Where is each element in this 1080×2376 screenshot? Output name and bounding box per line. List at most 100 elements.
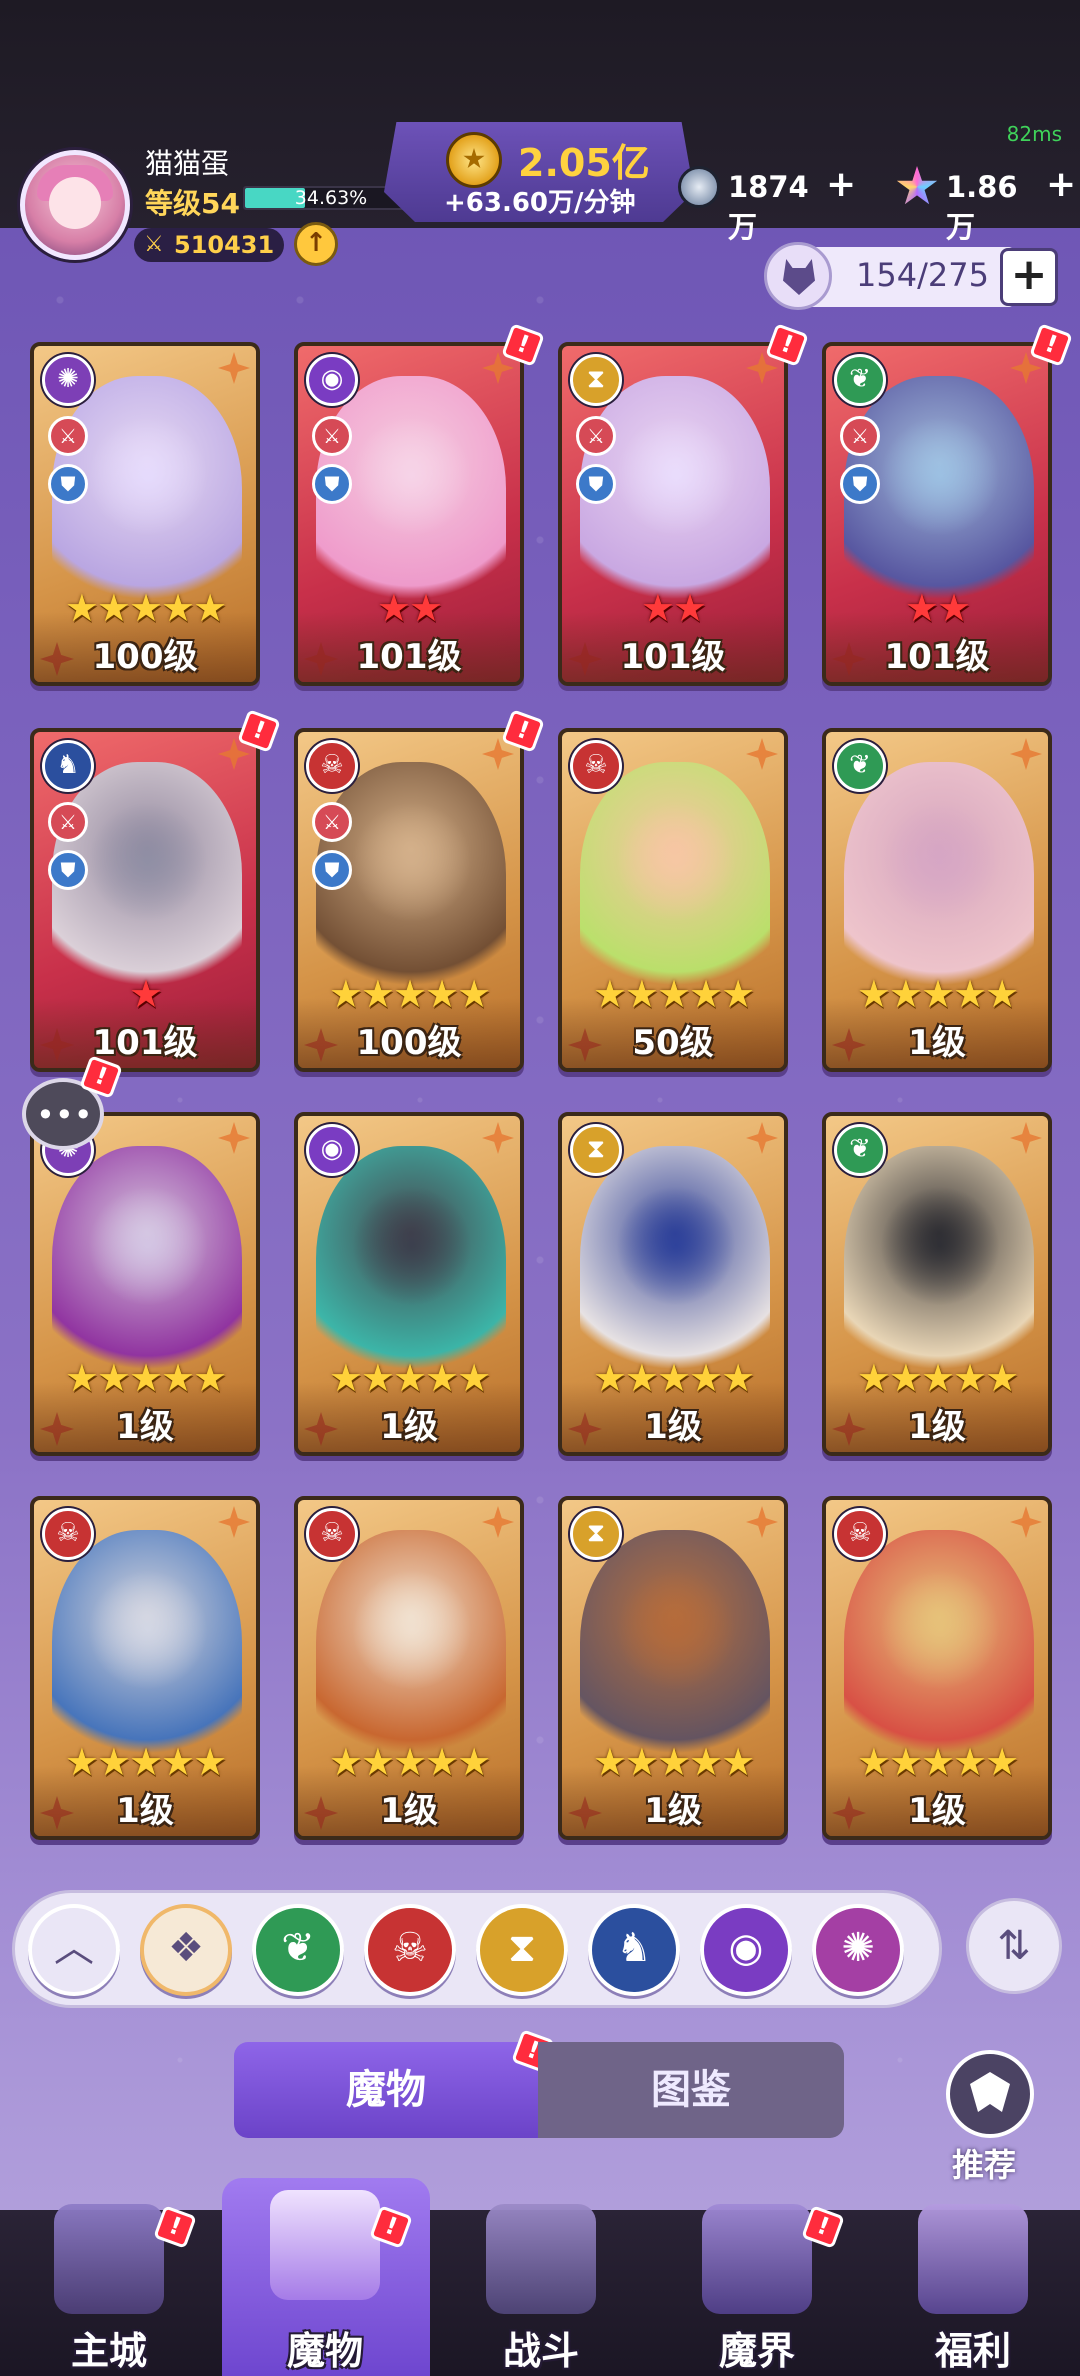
card-spark-icon — [482, 1506, 514, 1538]
monster-card[interactable]: ✺★★★★★1级 — [30, 1112, 260, 1456]
card-spark-icon — [746, 1506, 778, 1538]
power-up-button[interactable]: ↑ — [294, 222, 338, 266]
nav-label[interactable]: 魔物 — [250, 2320, 400, 2375]
collapse-up-icon[interactable]: ︿ — [28, 1904, 120, 1996]
player-level: 等级54 — [145, 187, 240, 220]
tab-codex[interactable]: 图鉴 — [538, 2042, 844, 2138]
gold-rate: +63.60万/分钟 — [444, 188, 636, 218]
vortex-element-icon[interactable]: ✺ — [812, 1904, 904, 1996]
monster-face — [880, 1186, 1000, 1306]
monster-face — [616, 802, 736, 922]
expand-collection-button[interactable]: + — [1000, 248, 1058, 306]
sort-button[interactable]: ⇅ — [966, 1898, 1062, 1994]
monster-face — [352, 1186, 472, 1306]
demon-realm-icon[interactable] — [702, 2204, 812, 2314]
silver-coin-icon — [678, 166, 720, 208]
leaf-element-icon: ❦ — [834, 1124, 886, 1176]
recommend-icon[interactable] — [946, 2050, 1034, 2138]
attack-role-icon: ⚔ — [312, 802, 352, 842]
hourglass-element-icon: ⧗ — [570, 1508, 622, 1560]
monster-face — [880, 802, 1000, 922]
monster-level: 1级 — [380, 1791, 438, 1831]
monster-face — [88, 1186, 208, 1306]
nav-label[interactable]: 福利 — [898, 2320, 1048, 2375]
star-rating: ★★ — [376, 586, 443, 630]
tab-monsters[interactable]: 魔物 — [234, 2042, 538, 2138]
card-spark-icon — [746, 1122, 778, 1154]
all-elements-icon[interactable]: ❖ — [140, 1904, 232, 1996]
star-rating: ★★★★★ — [64, 586, 227, 630]
shield-sword-icon[interactable] — [486, 2204, 596, 2314]
monster-card[interactable]: ⧗ ★★★★★ 1级 — [558, 1496, 788, 1840]
nav-label[interactable]: 魔界 — [682, 2320, 832, 2375]
defense-role-icon: ⛊ — [48, 850, 88, 890]
star-rating: ★★★★★ — [856, 1740, 1019, 1784]
defense-role-icon: ⛊ — [48, 464, 88, 504]
card-spark-icon — [1010, 738, 1042, 770]
monster-face — [616, 1186, 736, 1306]
skull-element-icon: ☠ — [834, 1508, 886, 1560]
monster-card[interactable]: ☠ ★★★★★ 50级 — [558, 728, 788, 1072]
star-rating: ★ — [128, 972, 163, 1016]
monster-face — [352, 802, 472, 922]
defense-role-icon: ⛊ — [576, 464, 616, 504]
hourglass-element-icon[interactable]: ⧗ — [476, 1904, 568, 1996]
monster-card[interactable]: ⧗ ⚔ ⛊ ★★ 101级 — [558, 342, 788, 686]
resource-crystal-value: 1.86万 — [946, 170, 1018, 244]
dragon-element-icon[interactable]: ♞ — [588, 1904, 680, 1996]
card-spark-icon — [218, 352, 250, 384]
card-spark-icon — [482, 1122, 514, 1154]
card-spark-icon — [1010, 1506, 1042, 1538]
skull-element-icon: ☠ — [42, 1508, 94, 1560]
card-spark-icon — [218, 1506, 250, 1538]
star-rating: ★★★★★ — [592, 972, 755, 1016]
monster-card[interactable]: ❦ ⚔ ⛊ ★★ 101级 — [822, 342, 1052, 686]
eye-element-icon[interactable]: ◉ — [700, 1904, 792, 1996]
star-rating: ★★★★★ — [592, 1740, 755, 1784]
dragon-element-icon: ♞ — [42, 740, 94, 792]
attack-role-icon: ⚔ — [576, 416, 616, 456]
hourglass-element-icon: ⧗ — [570, 354, 622, 406]
skull-element-icon: ☠ — [306, 740, 358, 792]
star-rating: ★★ — [904, 586, 971, 630]
card-spark-icon — [218, 1122, 250, 1154]
monster-face — [88, 802, 208, 922]
monster-level: 1级 — [908, 1023, 966, 1063]
add-crystal-button[interactable]: + — [1046, 164, 1076, 205]
card-spark-icon — [1010, 1122, 1042, 1154]
add-silver-button[interactable]: + — [826, 164, 856, 205]
leaf-element-icon[interactable]: ❦ — [252, 1904, 344, 1996]
monster-card[interactable]: ☠ ★★★★★ 1级 — [822, 1496, 1052, 1840]
monster-level: 1级 — [644, 1791, 702, 1831]
treasure-chest-icon[interactable] — [918, 2204, 1028, 2314]
monster-level: 1级 — [644, 1407, 702, 1447]
monster-face — [616, 1570, 736, 1690]
monster-level: 100级 — [92, 637, 198, 677]
star-rating: ★★★★★ — [64, 1740, 227, 1784]
nav-label[interactable]: 主城 — [34, 2320, 184, 2375]
monster-level: 1级 — [380, 1407, 438, 1447]
monster-card[interactable]: ⧗ ★★★★★ 1级 — [558, 1112, 788, 1456]
nav-label[interactable]: 战斗 — [466, 2320, 616, 2375]
monster-card[interactable]: ☠ ⚔ ⛊ ★★★★★ 100级 — [294, 728, 524, 1072]
monster-card[interactable]: ◉ ⚔ ⛊ ★★ 101级 — [294, 342, 524, 686]
monster-card[interactable]: ♞ ⚔ ⛊ ★ 101级 — [30, 728, 260, 1072]
monster-card[interactable]: ❦ ★★★★★ 1级 — [822, 1112, 1052, 1456]
castle-icon[interactable] — [54, 2204, 164, 2314]
collection-count: 154/275 — [856, 256, 989, 294]
monster-card[interactable]: ❦ ★★★★★ 1级 — [822, 728, 1052, 1072]
monster-card[interactable]: ☠ ★★★★★ 1级 — [294, 1496, 524, 1840]
defense-role-icon: ⛊ — [312, 464, 352, 504]
monster-card[interactable]: ☠ ★★★★★ 1级 — [30, 1496, 260, 1840]
monster-flame-icon[interactable] — [270, 2190, 380, 2300]
monster-card[interactable]: ◉ ★★★★★ 1级 — [294, 1112, 524, 1456]
monster-face — [880, 416, 1000, 536]
monster-card[interactable]: ✺ ⚔ ⛊ ★★★★★ 100级 — [30, 342, 260, 686]
star-rating: ★★★★★ — [856, 1356, 1019, 1400]
attack-role-icon: ⚔ — [48, 416, 88, 456]
attack-role-icon: ⚔ — [840, 416, 880, 456]
skull-element-icon[interactable]: ☠ — [364, 1904, 456, 1996]
monster-face — [616, 416, 736, 536]
monster-level: 1级 — [908, 1407, 966, 1447]
player-avatar[interactable] — [20, 150, 130, 260]
